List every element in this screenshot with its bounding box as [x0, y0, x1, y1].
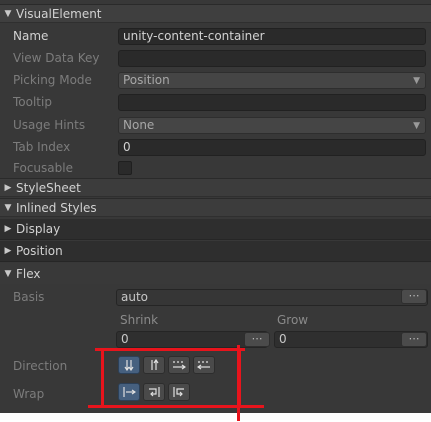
direction-label: Direction: [13, 359, 68, 373]
inlined-styles-foldout[interactable]: ▼ Inlined Styles: [0, 198, 431, 217]
position-title: Position: [16, 244, 63, 258]
flex-title: Flex: [16, 266, 41, 281]
annotation-right-line: [237, 345, 240, 421]
dropdown-caret-icon: ▼: [413, 120, 420, 131]
flex-foldout[interactable]: ▼ Flex: [0, 263, 431, 284]
picking-mode-label: Picking Mode: [13, 73, 92, 87]
tab-index-field[interactable]: 0: [118, 138, 426, 156]
name-label: Name: [13, 29, 49, 43]
grow-label: Grow: [277, 313, 309, 327]
picking-mode-row: Picking Mode Position ▼: [0, 69, 431, 91]
annotation-top-line: [95, 348, 245, 351]
basis-value: auto: [121, 289, 149, 304]
basis-row: Basis auto ⋯: [0, 286, 431, 308]
focusable-checkbox[interactable]: [118, 161, 132, 175]
expanded-triangle-icon: ▼: [4, 268, 12, 279]
name-row: Name unity-content-container: [0, 25, 431, 47]
usage-hints-label: Usage Hints: [13, 118, 86, 132]
visual-element-title: VisualElement: [16, 6, 102, 21]
usage-hints-row: Usage Hints None ▼: [0, 114, 431, 136]
shrink-value: 0: [121, 332, 129, 346]
stylesheet-foldout[interactable]: ▶ StyleSheet: [0, 178, 431, 197]
shrink-keyword-button[interactable]: ⋯: [244, 332, 270, 347]
name-field[interactable]: unity-content-container: [118, 27, 426, 45]
basis-field[interactable]: auto: [116, 288, 428, 306]
grow-value: 0: [279, 332, 287, 346]
position-foldout[interactable]: ▶ Position: [0, 241, 431, 262]
dropdown-caret-icon: ▼: [413, 75, 420, 86]
focusable-label: Focusable: [13, 161, 73, 175]
tab-index-row: Tab Index 0: [0, 136, 431, 158]
visual-element-foldout[interactable]: ▼ VisualElement: [0, 4, 431, 23]
tooltip-field[interactable]: [118, 93, 426, 111]
collapsed-triangle-icon: ▶: [4, 182, 12, 193]
view-data-key-row: View Data Key: [0, 47, 431, 69]
inlined-styles-title: Inlined Styles: [16, 200, 97, 215]
collapsed-triangle-icon: ▶: [4, 224, 12, 234]
tooltip-row: Tooltip: [0, 91, 431, 113]
next-row-edge: [0, 410, 431, 413]
stylesheet-title: StyleSheet: [16, 180, 81, 195]
annotation-highlight-box: [101, 348, 241, 408]
usage-hints-dropdown[interactable]: None ▼: [118, 116, 426, 134]
collapsed-triangle-icon: ▶: [4, 246, 12, 256]
shrink-label: Shrink: [120, 313, 159, 327]
wrap-label: Wrap: [13, 387, 45, 401]
picking-mode-dropdown[interactable]: Position ▼: [118, 71, 426, 89]
usage-hints-value: None: [123, 117, 155, 132]
display-title: Display: [16, 222, 61, 236]
view-data-key-label: View Data Key: [13, 51, 100, 65]
basis-keyword-button[interactable]: ⋯: [401, 289, 427, 304]
picking-mode-value: Position: [123, 72, 170, 87]
display-foldout[interactable]: ▶ Display: [0, 219, 431, 240]
tooltip-label: Tooltip: [13, 95, 52, 109]
focusable-row: Focusable: [0, 157, 431, 179]
expanded-triangle-icon: ▼: [4, 202, 12, 213]
tab-index-label: Tab Index: [13, 140, 71, 154]
basis-label: Basis: [13, 290, 45, 304]
expanded-triangle-icon: ▼: [4, 8, 12, 19]
grow-keyword-button[interactable]: ⋯: [401, 332, 427, 347]
view-data-key-field[interactable]: [118, 49, 426, 67]
